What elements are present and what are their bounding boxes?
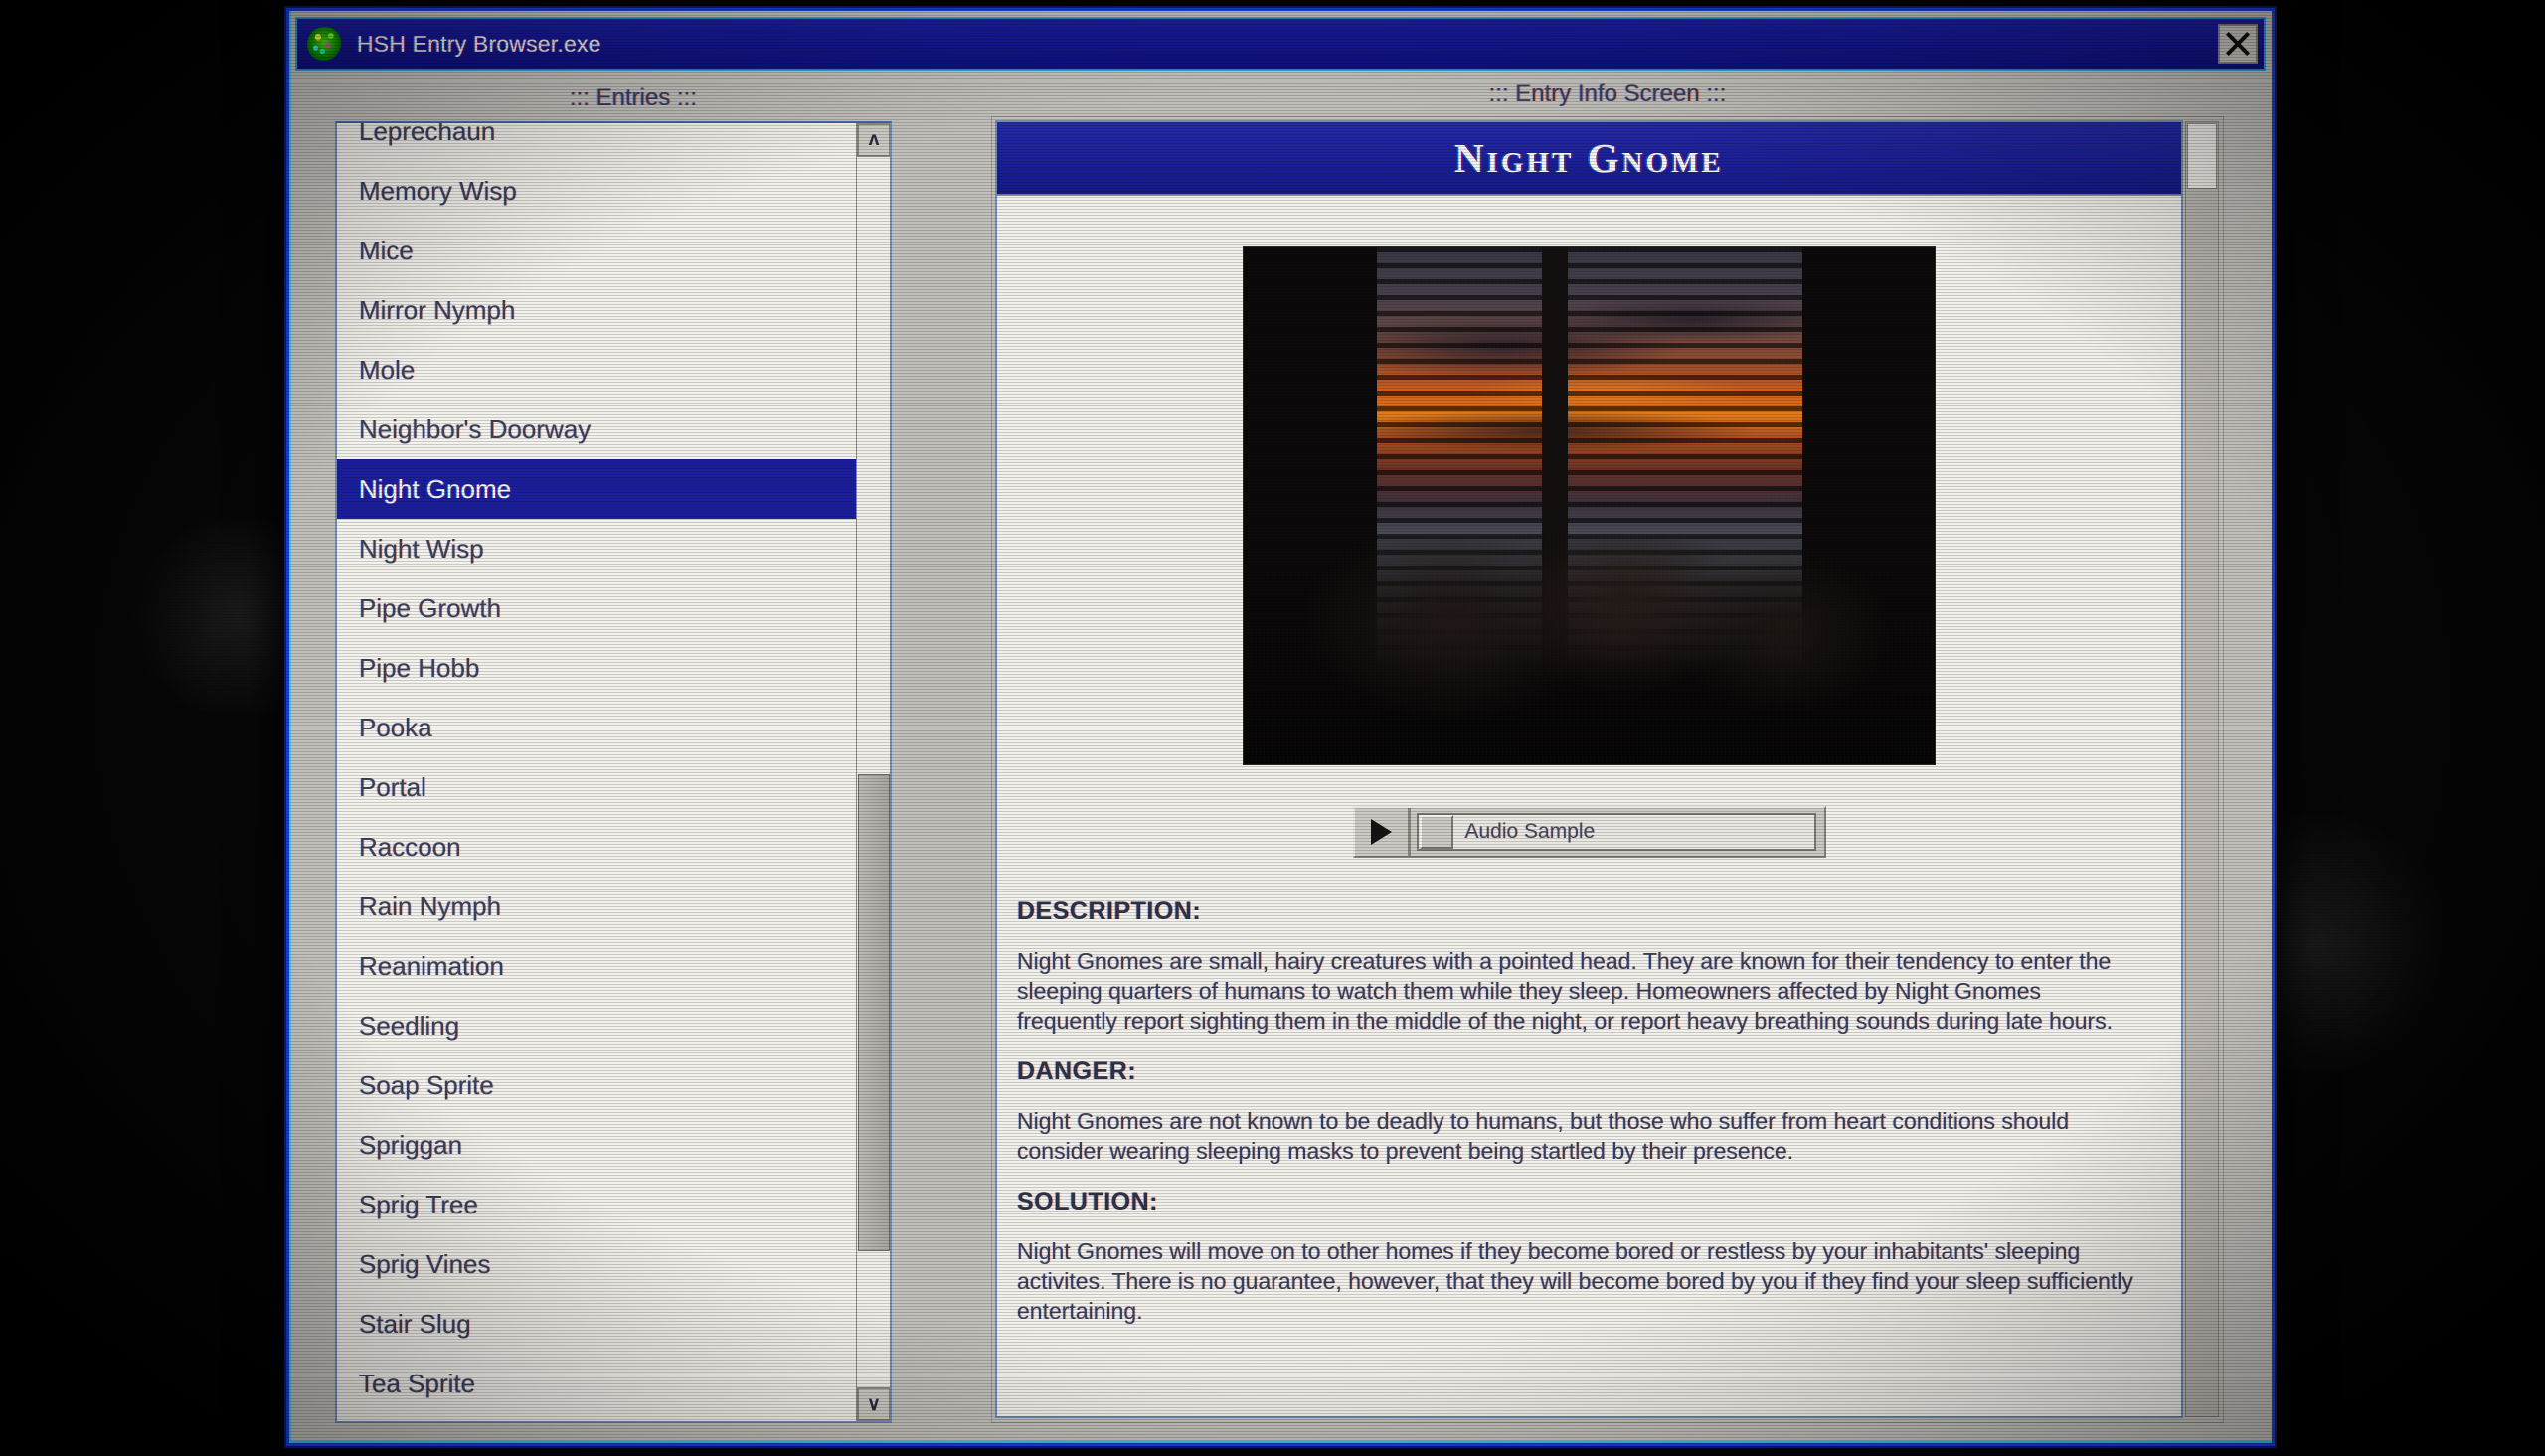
section-body: Night Gnomes will move on to other homes… xyxy=(1017,1238,2133,1324)
entry-list-item[interactable]: Neighbor's Doorway xyxy=(337,400,856,459)
entry-list-item[interactable]: Memory Wisp xyxy=(337,161,856,221)
entry-list-item[interactable]: Pooka xyxy=(337,698,856,757)
entry-list-item[interactable]: Reanimation xyxy=(337,936,856,996)
entry-info-scrollbar-thumb[interactable] xyxy=(2187,123,2217,189)
entry-title-bar: Night Gnome xyxy=(997,122,2181,196)
entry-list-item[interactable]: Pipe Growth xyxy=(337,578,856,638)
entry-title: Night Gnome xyxy=(1454,135,1724,181)
section-heading: SOLUTION: xyxy=(1017,1188,1158,1215)
entry-list-item[interactable]: Portal xyxy=(337,757,856,817)
entry-list-item[interactable]: Sprig Tree xyxy=(337,1175,856,1234)
photo-film-grain xyxy=(1244,247,1935,764)
entry-list-item[interactable]: Stair Slug xyxy=(337,1294,856,1354)
entry-list-item[interactable]: Leprechaun xyxy=(337,123,856,161)
section-heading: DESCRIPTION: xyxy=(1017,897,1202,925)
audio-player-wrap: Audio Sample xyxy=(997,806,2181,858)
entry-info-panel: Night Gnome Audio Sample DESCRIPTION: Ni… xyxy=(991,116,2224,1423)
entry-list-item[interactable]: Night Wisp xyxy=(337,519,856,578)
entries-list[interactable]: Leprechaun Memory Wisp Mice Mirror Nymph Mol… xyxy=(337,123,856,1421)
entry-scroll-region: Audio Sample DESCRIPTION: Night Gnomes ar… xyxy=(997,196,2181,1416)
entry-list-item[interactable]: Spriggan xyxy=(337,1115,856,1175)
entry-list-item[interactable]: Sprig Vines xyxy=(337,1234,856,1294)
entry-list-item[interactable]: Mole xyxy=(337,340,856,400)
entry-image-wrap xyxy=(997,247,2181,764)
entry-list-item[interactable]: Pipe Hobb xyxy=(337,638,856,698)
play-triangle-glyph xyxy=(1370,819,1392,845)
entry-info-scrollbar[interactable] xyxy=(2185,121,2219,1417)
entry-list-item[interactable]: Mirror Nymph xyxy=(337,280,856,340)
entry-list-item[interactable]: Mice xyxy=(337,221,856,280)
entries-panel-heading: ::: Entries ::: xyxy=(569,84,698,111)
section-body: Night Gnomes are small, hairy creatures … xyxy=(1017,948,2114,1034)
title-bar[interactable]: HSH Entry Browser.exe xyxy=(295,17,2266,71)
section-body: Night Gnomes are not known to be deadly … xyxy=(1017,1108,2070,1164)
entry-list-item[interactable]: Seedling xyxy=(337,996,856,1055)
entry-list-item[interactable]: Raccoon xyxy=(337,817,856,877)
scroll-up-icon[interactable]: ʌ xyxy=(857,123,890,157)
entries-scrollbar-thumb[interactable] xyxy=(858,774,890,1251)
play-icon[interactable] xyxy=(1355,808,1411,856)
info-panel-heading: ::: Entry Info Screen ::: xyxy=(1488,81,1727,107)
audio-slider-thumb[interactable] xyxy=(1419,815,1453,849)
audio-sample-label: Audio Sample xyxy=(1464,820,1596,843)
window-body: ::: Entries ::: ::: Entry Info Screen ::… xyxy=(295,75,2266,1437)
entry-list-item[interactable]: Night Gnome xyxy=(337,459,856,519)
close-icon[interactable] xyxy=(2218,24,2258,64)
creature-blob-icon xyxy=(307,27,341,61)
entries-list-panel: Leprechaun Memory Wisp Mice Mirror Nymph Mol… xyxy=(335,121,892,1423)
entry-text-sections: DESCRIPTION: Night Gnomes are small, hair… xyxy=(997,858,2181,1326)
entry-info-inner: Night Gnome Audio Sample DESCRIPTION: Ni… xyxy=(995,120,2183,1418)
entries-scrollbar[interactable]: ʌ ∨ xyxy=(856,123,890,1421)
section-heading: DANGER: xyxy=(1017,1057,1137,1085)
audio-player: Audio Sample xyxy=(1352,806,1826,858)
entry-list-item[interactable]: Soap Sprite xyxy=(337,1055,856,1115)
entry-list-item[interactable]: Tea Sprite xyxy=(337,1354,856,1413)
application-window: HSH Entry Browser.exe ::: Entries ::: ::… xyxy=(286,8,2275,1446)
window-title: HSH Entry Browser.exe xyxy=(357,30,601,57)
audio-progress-slider[interactable]: Audio Sample xyxy=(1416,813,1816,851)
scroll-down-icon[interactable]: ∨ xyxy=(857,1387,890,1421)
entry-list-item[interactable]: Rain Nymph xyxy=(337,877,856,936)
entry-photo xyxy=(1244,247,1935,764)
